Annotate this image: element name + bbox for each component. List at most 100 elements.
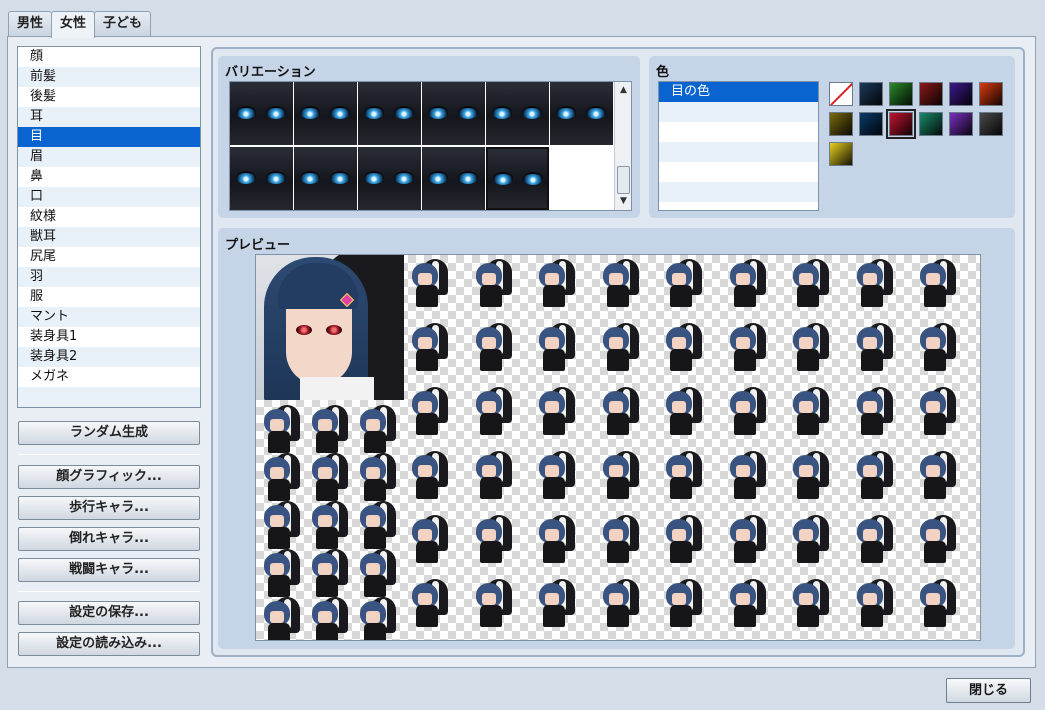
variation-eye-option[interactable] bbox=[422, 147, 485, 210]
part-item-empty bbox=[18, 387, 200, 407]
walk-character-button[interactable]: 歩行キャラ... bbox=[18, 496, 200, 520]
load-settings-button[interactable]: 設定の読み込み... bbox=[18, 632, 200, 656]
variation-eye-option[interactable] bbox=[230, 147, 293, 210]
color-swatch[interactable] bbox=[859, 112, 883, 136]
variation-eye-option[interactable] bbox=[486, 147, 549, 210]
part-item[interactable]: 前髪 bbox=[18, 67, 200, 87]
part-item[interactable]: 鼻 bbox=[18, 167, 200, 187]
part-item[interactable]: マント bbox=[18, 307, 200, 327]
down-character-button[interactable]: 倒れキャラ... bbox=[18, 527, 200, 551]
battle-sprite bbox=[472, 513, 512, 565]
close-button[interactable]: 閉じる bbox=[946, 678, 1031, 703]
walk-sprite bbox=[308, 547, 348, 599]
battle-sprite bbox=[535, 449, 575, 501]
scroll-up-icon[interactable]: ▲ bbox=[617, 84, 630, 97]
battle-sprite bbox=[535, 577, 575, 629]
tab-female[interactable]: 女性 bbox=[51, 11, 96, 38]
color-swatch[interactable] bbox=[829, 112, 853, 136]
color-swatch[interactable] bbox=[889, 82, 913, 106]
save-settings-button[interactable]: 設定の保存... bbox=[18, 601, 200, 625]
color-swatch[interactable] bbox=[919, 112, 943, 136]
battle-sprite bbox=[789, 577, 829, 629]
eye-icon bbox=[428, 106, 448, 119]
battle-sprite bbox=[726, 449, 766, 501]
battle-sprite bbox=[916, 321, 956, 373]
eye-icon bbox=[330, 106, 350, 119]
battle-sprite bbox=[535, 257, 575, 309]
variation-eye-option[interactable] bbox=[294, 147, 357, 210]
color-target-list[interactable]: 目の色 bbox=[658, 81, 819, 211]
part-item[interactable]: 眉 bbox=[18, 147, 200, 167]
walk-sprite bbox=[260, 451, 300, 503]
tab-male[interactable]: 男性 bbox=[8, 11, 53, 37]
color-swatch[interactable] bbox=[859, 82, 883, 106]
battle-sprite bbox=[599, 577, 639, 629]
part-item[interactable]: 羽 bbox=[18, 267, 200, 287]
random-generate-button[interactable]: ランダム生成 bbox=[18, 421, 200, 445]
scroll-down-icon[interactable]: ▼ bbox=[617, 195, 630, 208]
part-item[interactable]: 後髪 bbox=[18, 87, 200, 107]
battle-sprite bbox=[599, 321, 639, 373]
scroll-thumb[interactable] bbox=[617, 166, 630, 194]
part-list[interactable]: 顔前髪 後髪耳目眉鼻口紋様 獣耳 尻尾羽服マント 装身具1 装身具2 メガネ bbox=[17, 46, 201, 408]
battle-sprite bbox=[472, 577, 512, 629]
eye-icon bbox=[300, 171, 320, 184]
battle-sprite bbox=[789, 449, 829, 501]
walk-sprite bbox=[260, 547, 300, 599]
battle-sprite bbox=[853, 449, 893, 501]
battle-sprite bbox=[408, 385, 448, 437]
face-graphic-button[interactable]: 顔グラフィック... bbox=[18, 465, 200, 489]
variation-eye-option[interactable] bbox=[358, 82, 421, 145]
variation-eye-option[interactable] bbox=[486, 82, 549, 145]
battle-sprite bbox=[408, 513, 448, 565]
variation-eye-option[interactable] bbox=[422, 82, 485, 145]
no-color-swatch[interactable] bbox=[829, 82, 853, 106]
color-swatch[interactable] bbox=[829, 142, 853, 166]
walk-sprite bbox=[260, 403, 300, 455]
variation-title: バリエーション bbox=[225, 65, 316, 80]
part-item[interactable]: 尻尾 bbox=[18, 247, 200, 267]
part-item[interactable]: 装身具1 bbox=[18, 327, 200, 347]
color-swatch[interactable] bbox=[949, 112, 973, 136]
variation-eye-option[interactable] bbox=[230, 82, 293, 145]
battle-sprite bbox=[535, 321, 575, 373]
battle-sprite bbox=[853, 321, 893, 373]
battle-sprite bbox=[726, 513, 766, 565]
eye-icon bbox=[458, 171, 478, 184]
variation-grid[interactable] bbox=[229, 81, 632, 211]
color-swatch[interactable] bbox=[979, 112, 1003, 136]
part-item[interactable]: 獣耳 bbox=[18, 227, 200, 247]
battle-sprite bbox=[916, 577, 956, 629]
battle-sprite bbox=[408, 321, 448, 373]
part-item[interactable]: 紋様 bbox=[18, 207, 200, 227]
color-target-item[interactable]: 目の色 bbox=[659, 82, 818, 102]
variation-eye-option[interactable] bbox=[358, 147, 421, 210]
part-item[interactable]: 服 bbox=[18, 287, 200, 307]
eye-icon bbox=[493, 172, 513, 185]
walk-sprite bbox=[356, 403, 396, 455]
part-item[interactable]: メガネ bbox=[18, 367, 200, 387]
part-item[interactable]: 耳 bbox=[18, 107, 200, 127]
color-swatch[interactable] bbox=[919, 82, 943, 106]
variation-eye-option[interactable] bbox=[550, 82, 613, 145]
battle-sprite bbox=[789, 257, 829, 309]
variation-scrollbar[interactable]: ▲ ▼ bbox=[614, 82, 631, 210]
color-swatch[interactable] bbox=[979, 82, 1003, 106]
part-item[interactable]: 顔 bbox=[18, 47, 200, 67]
color-swatch[interactable] bbox=[949, 82, 973, 106]
walk-sprite bbox=[308, 595, 348, 640]
part-item[interactable]: 装身具2 bbox=[18, 347, 200, 367]
face-portrait bbox=[256, 255, 404, 400]
battle-sprite bbox=[726, 257, 766, 309]
battle-sprite bbox=[916, 449, 956, 501]
eye-icon bbox=[236, 171, 256, 184]
walk-sprite bbox=[356, 547, 396, 599]
battle-character-button[interactable]: 戦闘キャラ... bbox=[18, 558, 200, 582]
part-item[interactable]: 目 bbox=[18, 127, 200, 147]
battle-sprite bbox=[599, 449, 639, 501]
gender-tabs: 男性 女性 子ども bbox=[8, 11, 152, 38]
part-item[interactable]: 口 bbox=[18, 187, 200, 207]
tab-child[interactable]: 子ども bbox=[94, 11, 152, 37]
variation-eye-option[interactable] bbox=[294, 82, 357, 145]
color-swatch[interactable] bbox=[886, 109, 916, 139]
